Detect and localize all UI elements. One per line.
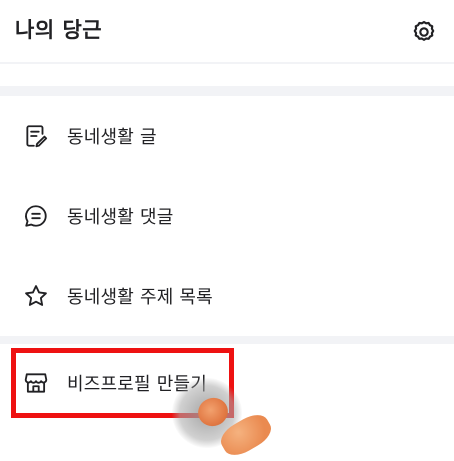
edit-note-icon [23,123,49,149]
menu-item-label: 동네생활 주제 목록 [67,287,213,308]
app-header: 나의 당근 [0,0,454,62]
comment-icon [23,203,49,229]
menu-item-posts[interactable]: 동네생활 글 [0,96,454,176]
menu-item-label: 동네생활 댓글 [67,207,174,228]
menu-item-comments[interactable]: 동네생활 댓글 [0,176,454,256]
section-gap [0,86,454,96]
gear-icon[interactable] [411,19,437,45]
menu-item-label: 동네생활 글 [67,127,157,148]
page-title: 나의 당근 [15,18,103,42]
star-icon [23,283,49,309]
blank-row [0,64,454,86]
section-gap [0,336,454,344]
menu-item-topics[interactable]: 동네생활 주제 목록 [0,256,454,336]
